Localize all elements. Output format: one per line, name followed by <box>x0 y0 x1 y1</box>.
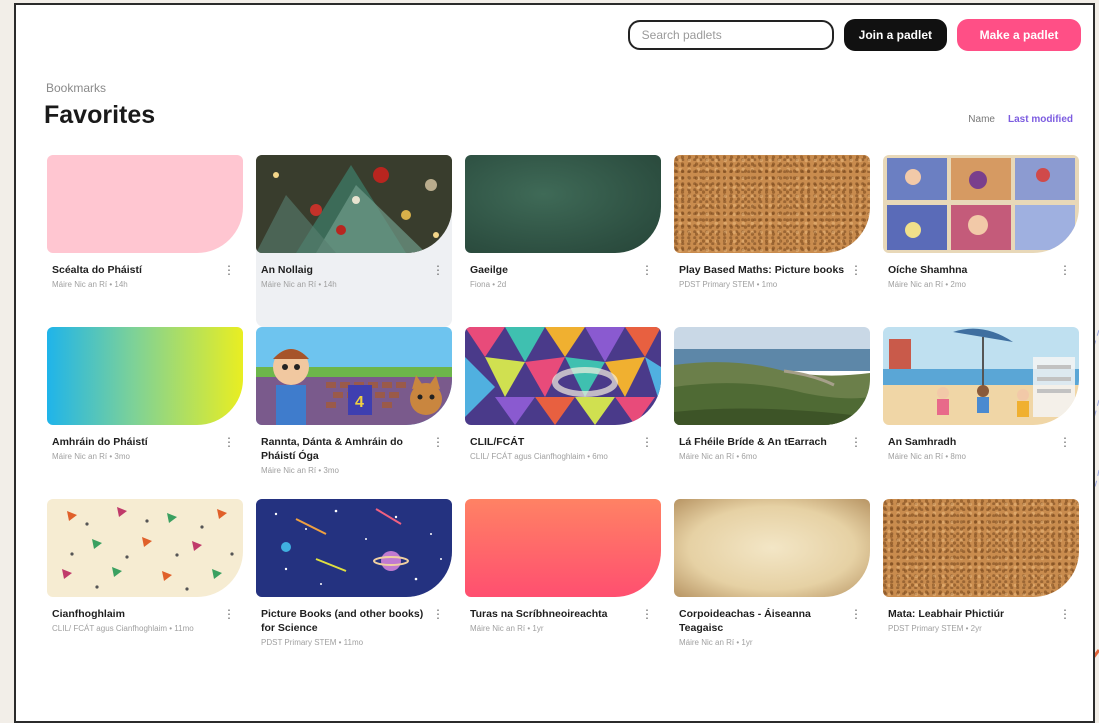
top-bar: Join a padlet Make a padlet <box>627 19 1081 51</box>
padlet-title: Gaeilge <box>470 264 508 276</box>
padlet-grid: Scéalta do Pháistí Máire Nic an Rí • 14h… <box>47 155 1079 671</box>
padlet-window: Join a padlet Make a padlet Bookmarks Fa… <box>14 3 1095 723</box>
padlet-card[interactable]: Scéalta do Pháistí Máire Nic an Rí • 14h… <box>47 155 243 327</box>
padlet-title: An Nollaig <box>261 264 313 276</box>
kebab-icon[interactable]: ⋮ <box>432 264 444 276</box>
padlet-thumbnail <box>47 327 243 425</box>
padlet-thumbnail <box>883 327 1079 425</box>
padlet-meta: Máire Nic an Rí • 8mo <box>888 452 966 461</box>
padlet-card[interactable]: Play Based Maths: Picture books PDST Pri… <box>674 155 870 327</box>
sort-options: Name Last modified <box>968 114 1073 125</box>
padlet-title: Lá Fhéile Bríde & An tEarrach <box>679 436 827 448</box>
padlet-meta: Máire Nic an Rí • 6mo <box>679 452 757 461</box>
breadcrumb[interactable]: Bookmarks <box>46 81 106 95</box>
padlet-thumbnail <box>883 499 1079 597</box>
padlet-card[interactable]: Amhráin do Pháistí Máire Nic an Rí • 3mo… <box>47 327 243 499</box>
padlet-thumbnail <box>465 327 661 425</box>
padlet-title: Oíche Shamhna <box>888 264 968 276</box>
kebab-icon[interactable]: ⋮ <box>641 264 653 276</box>
padlet-title: Corpoideachas - Áiseanna Teagaisc <box>679 608 811 634</box>
padlet-card[interactable]: Gaeilge Fiona • 2d ⋮ <box>465 155 661 327</box>
padlet-thumbnail <box>674 327 870 425</box>
padlet-thumbnail <box>883 155 1079 253</box>
kebab-icon[interactable]: ⋮ <box>850 436 862 448</box>
padlet-title: CLIL/FCÁT <box>470 436 525 448</box>
padlet-thumbnail <box>47 155 243 253</box>
padlet-card[interactable]: An Nollaig Máire Nic an Rí • 14h ⋮ <box>256 155 452 327</box>
padlet-title: Scéalta do Pháistí <box>52 264 142 276</box>
padlet-thumbnail <box>674 499 870 597</box>
padlet-card[interactable]: 4 Rannta, Dánta & Amhráin do Pháistí Óga… <box>256 327 452 499</box>
padlet-meta: PDST Primary STEM • 11mo <box>261 638 364 647</box>
join-padlet-button[interactable]: Join a padlet <box>843 19 947 51</box>
padlet-title: Turas na Scríbhneoireachta <box>470 608 608 620</box>
padlet-meta: Máire Nic an Rí • 3mo <box>52 452 130 461</box>
padlet-title: Play Based Maths: Picture books <box>679 264 845 276</box>
kebab-icon[interactable]: ⋮ <box>432 436 444 448</box>
padlet-title: An Samhradh <box>888 436 957 448</box>
sort-by-last-modified[interactable]: Last modified <box>1008 114 1073 125</box>
kebab-icon[interactable]: ⋮ <box>432 608 444 620</box>
padlet-title: Picture Books (and other books) for Scie… <box>261 608 424 634</box>
padlet-title: Rannta, Dánta & Amhráin do Pháistí Óga <box>261 436 403 462</box>
padlet-card[interactable]: Picture Books (and other books) for Scie… <box>256 499 452 671</box>
padlet-meta: Máire Nic an Rí • 2mo <box>888 280 966 289</box>
padlet-title: Cianfhoghlaim <box>52 608 125 620</box>
padlet-meta: Máire Nic an Rí • 1yr <box>679 638 753 647</box>
kebab-icon[interactable]: ⋮ <box>641 608 653 620</box>
padlet-card[interactable]: An Samhradh Máire Nic an Rí • 8mo ⋮ <box>883 327 1079 499</box>
search-input[interactable] <box>627 20 834 50</box>
padlet-title: Mata: Leabhair Phictiúr <box>888 608 1005 620</box>
padlet-card[interactable]: Mata: Leabhair Phictiúr PDST Primary STE… <box>883 499 1079 671</box>
kebab-icon[interactable]: ⋮ <box>223 436 235 448</box>
kebab-icon[interactable]: ⋮ <box>223 608 235 620</box>
kebab-icon[interactable]: ⋮ <box>641 436 653 448</box>
padlet-meta: Máire Nic an Rí • 14h <box>52 280 128 289</box>
padlet-card[interactable]: Cianfhoghlaim CLIL/ FCÁT agus Cianfhoghl… <box>47 499 243 671</box>
kebab-icon[interactable]: ⋮ <box>1059 264 1071 276</box>
kebab-icon[interactable]: ⋮ <box>1059 436 1071 448</box>
padlet-meta: PDST Primary STEM • 1mo <box>679 280 778 289</box>
padlet-thumbnail <box>674 155 870 253</box>
kebab-icon[interactable]: ⋮ <box>1059 608 1071 620</box>
padlet-meta: Máire Nic an Rí • 1yr <box>470 624 544 633</box>
padlet-card[interactable]: CLIL/FCÁT CLIL/ FCÁT agus Cianfhoghlaim … <box>465 327 661 499</box>
kebab-icon[interactable]: ⋮ <box>850 264 862 276</box>
padlet-card[interactable]: Turas na Scríbhneoireachta Máire Nic an … <box>465 499 661 671</box>
padlet-thumbnail <box>47 499 243 597</box>
padlet-meta: Máire Nic an Rí • 14h <box>261 280 337 289</box>
padlet-meta: Fiona • 2d <box>470 280 507 289</box>
padlet-thumbnail <box>256 155 452 253</box>
padlet-card[interactable]: Corpoideachas - Áiseanna Teagaisc Máire … <box>674 499 870 671</box>
padlet-thumbnail <box>465 155 661 253</box>
padlet-thumbnail <box>256 499 452 597</box>
kebab-icon[interactable]: ⋮ <box>850 608 862 620</box>
page-title: Favorites <box>44 101 156 129</box>
padlet-thumbnail <box>465 499 661 597</box>
padlet-card[interactable]: Oíche Shamhna Máire Nic an Rí • 2mo ⋮ <box>883 155 1079 327</box>
padlet-meta: PDST Primary STEM • 2yr <box>888 624 982 633</box>
sort-by-name[interactable]: Name <box>968 114 995 125</box>
padlet-card[interactable]: Lá Fhéile Bríde & An tEarrach Máire Nic … <box>674 327 870 499</box>
kebab-icon[interactable]: ⋮ <box>223 264 235 276</box>
padlet-title: Amhráin do Pháistí <box>52 436 148 448</box>
padlet-meta: CLIL/ FCÁT agus Cianfhoghlaim • 6mo <box>470 452 608 461</box>
svg-text:4: 4 <box>355 394 364 411</box>
padlet-meta: CLIL/ FCÁT agus Cianfhoghlaim • 11mo <box>52 624 194 633</box>
make-padlet-button[interactable]: Make a padlet <box>957 19 1081 51</box>
padlet-thumbnail: 4 <box>256 327 452 425</box>
padlet-meta: Máire Nic an Rí • 3mo <box>261 466 339 475</box>
